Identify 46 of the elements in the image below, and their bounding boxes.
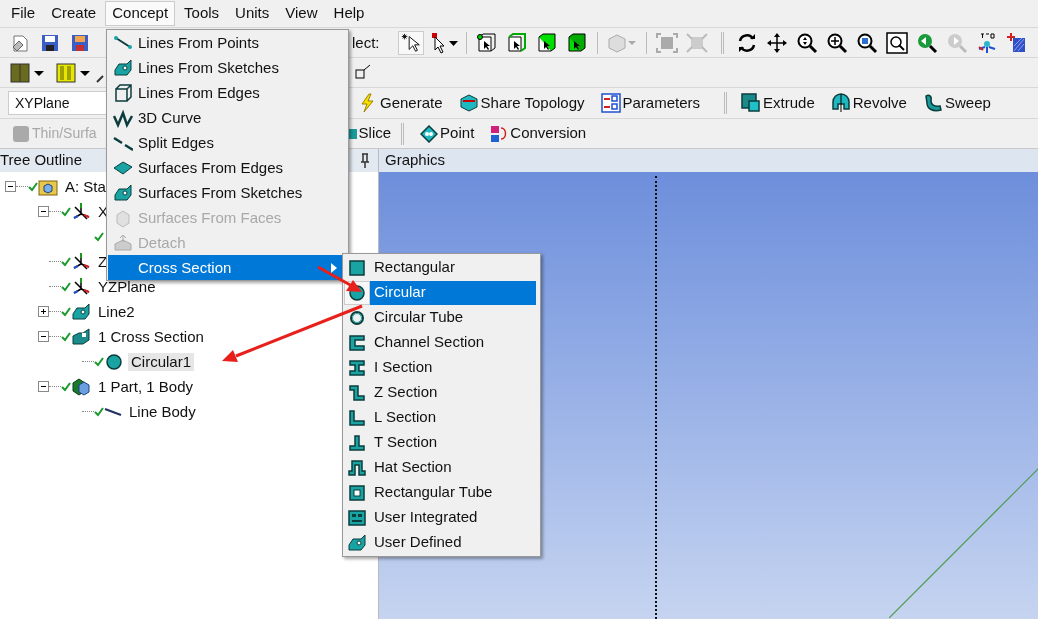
toolbar-button[interactable]: Revolve xyxy=(830,90,907,116)
panel-title: Tree Outline xyxy=(0,150,82,171)
tree-item[interactable]: 1 Part, 1 Body xyxy=(95,378,197,395)
menu-item[interactable]: Hat Section xyxy=(344,455,539,480)
menu-item[interactable]: Create xyxy=(44,1,104,26)
menu-item[interactable]: User Integrated xyxy=(344,505,539,530)
menu-item[interactable]: Concept xyxy=(105,1,176,26)
tree-item[interactable]: 1 Cross Section xyxy=(95,328,207,345)
menu-item[interactable]: L Section xyxy=(344,405,539,430)
toolbar-button[interactable]: Generate xyxy=(358,90,443,116)
panel-title: Graphics xyxy=(385,150,446,171)
menu-item[interactable]: Rectangular xyxy=(344,255,539,280)
menu-item[interactable]: View xyxy=(278,1,325,26)
plane-value: XYPlane xyxy=(15,93,70,113)
menu-item[interactable]: Help xyxy=(326,1,372,26)
toolbar-button[interactable]: Point xyxy=(420,120,475,147)
tree-item[interactable]: Z xyxy=(95,253,111,270)
toolbar-button[interactable]: Parameters xyxy=(600,90,701,116)
menu-item[interactable]: Circular Tube xyxy=(344,305,539,330)
menu-item[interactable]: Surfaces From Edges xyxy=(108,155,347,180)
menu-item[interactable]: I Section xyxy=(344,355,539,380)
tree-item[interactable]: Line2 xyxy=(95,303,138,320)
tree-item[interactable]: Circular1 xyxy=(128,352,194,371)
menu-item[interactable]: Lines From Sketches xyxy=(108,55,347,80)
toolbar-button[interactable]: Slice xyxy=(348,120,392,147)
menu-item[interactable]: Rectangular Tube xyxy=(344,480,539,505)
toolbar-button[interactable]: Extrude xyxy=(741,90,815,116)
menu-item[interactable]: Channel Section xyxy=(344,330,539,355)
select-label: lect: xyxy=(352,33,381,52)
menu-item[interactable]: T Section xyxy=(344,430,539,455)
menu-item[interactable]: Lines From Points xyxy=(108,30,347,55)
menu-item[interactable]: 3D Curve xyxy=(108,105,347,130)
menu-item[interactable]: Tools xyxy=(177,1,227,26)
menu-item[interactable]: Surfaces From Sketches xyxy=(108,180,347,205)
menu-item[interactable]: Lines From Edges xyxy=(108,80,347,105)
toolbar-button[interactable]: Sweep xyxy=(922,90,991,116)
menu-item[interactable]: Split Edges xyxy=(108,130,347,155)
toolbar-button[interactable]: Share Topology xyxy=(458,90,585,116)
tree-item[interactable]: Line Body xyxy=(126,403,199,420)
tree-item[interactable]: YZPlane xyxy=(95,278,159,295)
menu-item[interactable]: User Defined xyxy=(344,530,539,555)
toolbar-button[interactable]: Conversion xyxy=(490,120,587,147)
menu-item[interactable]: Z Section xyxy=(344,380,539,405)
menu-item[interactable]: Units xyxy=(228,1,277,26)
tree-item[interactable]: A: Sta xyxy=(62,178,109,195)
menu-item[interactable]: File xyxy=(4,1,43,26)
